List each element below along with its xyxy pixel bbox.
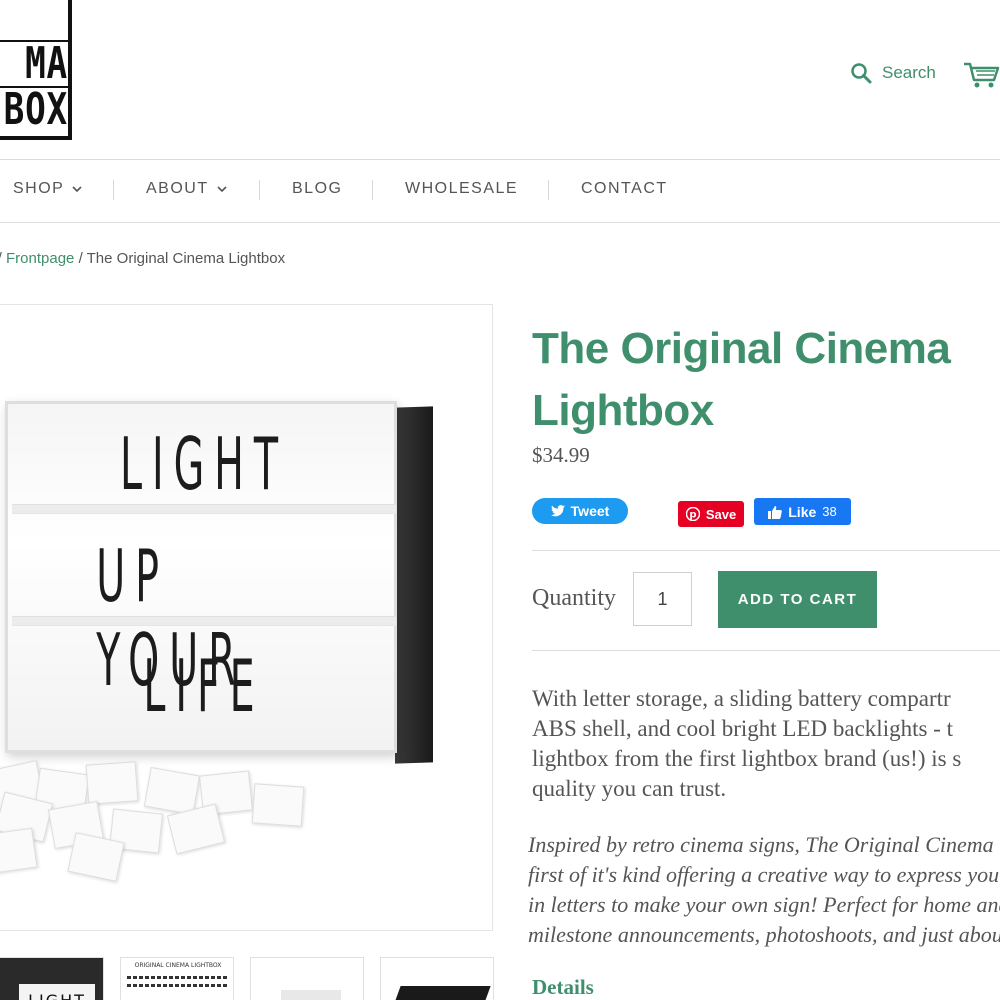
nav-item-contact[interactable]: CONTACT xyxy=(581,180,668,198)
product-story: Inspired by retro cinema signs, The Orig… xyxy=(528,830,1000,950)
thumbnail-shape xyxy=(281,990,341,1000)
letter-tile xyxy=(143,766,201,816)
tweet-label: Tweet xyxy=(570,503,610,519)
nav-item-blog[interactable]: BLOG xyxy=(292,180,342,198)
svg-text:p: p xyxy=(689,510,696,521)
thumbnail-3[interactable] xyxy=(250,957,364,1000)
product-title-line1: The Original Cinema xyxy=(532,324,951,373)
nav-item-shop[interactable]: SHOP xyxy=(13,180,82,198)
pinterest-save-button[interactable]: p Save xyxy=(678,501,744,527)
lightbox-side-panel xyxy=(395,406,433,764)
breadcrumb: s / Frontpage / The Original Cinema Ligh… xyxy=(0,250,285,267)
nav-separator xyxy=(548,180,549,200)
breadcrumb-current: The Original Cinema Lightbox xyxy=(86,250,286,267)
nav-label: CONTACT xyxy=(581,180,668,197)
story-line: milestone announcements, photoshoots, an… xyxy=(528,922,1000,947)
nav-separator xyxy=(372,180,373,200)
nav-label: WHOLESALE xyxy=(405,180,519,197)
add-to-cart-button[interactable]: ADD TO CART xyxy=(718,571,877,628)
letter-tile xyxy=(85,761,139,805)
thumbnail-sign-text: LIGHT xyxy=(19,984,95,1000)
nav-item-about[interactable]: ABOUT xyxy=(146,180,227,198)
thumbnail-1[interactable]: LIGHT xyxy=(0,957,104,1000)
search-label: Search xyxy=(882,63,936,82)
pinterest-save-label: Save xyxy=(705,506,737,522)
site-logo[interactable]: MA BOX xyxy=(0,0,72,140)
thumbnail-4[interactable] xyxy=(380,957,494,1000)
thumbnail-letters-row xyxy=(127,976,227,979)
letter-tiles xyxy=(0,757,311,882)
description-line: quality you can trust. xyxy=(532,776,727,801)
lightbox-illustration: LIGHT UP YOUR LIFE xyxy=(5,401,433,764)
sign-line-3: LIFE xyxy=(143,644,265,728)
letter-tile xyxy=(0,827,38,875)
nav-separator xyxy=(113,180,114,200)
search-icon xyxy=(851,63,872,84)
product-title: The Original Cinema Lightbox xyxy=(532,318,1000,442)
thumbnail-2[interactable]: ORIGINAL CINEMA LIGHTBOX xyxy=(120,957,234,1000)
story-line: Inspired by retro cinema signs, The Orig… xyxy=(528,832,994,857)
facebook-like-button[interactable]: Like 38 xyxy=(754,498,851,525)
description-line: ABS shell, and cool bright LED backlight… xyxy=(532,716,953,741)
description-line: With letter storage, a sliding battery c… xyxy=(532,686,951,711)
quantity-label: Quantity xyxy=(532,585,616,611)
thumbnail-shape xyxy=(393,986,491,1000)
product-price: $34.99 xyxy=(532,443,590,467)
divider xyxy=(532,650,1000,651)
chevron-down-icon xyxy=(72,185,82,192)
product-main-image[interactable]: LIGHT UP YOUR LIFE xyxy=(0,304,493,931)
nav-label: ABOUT xyxy=(146,180,209,197)
logo-text-line2: BOX xyxy=(3,84,68,135)
logo-text-line1: MA xyxy=(25,38,68,89)
story-line: in letters to make your own sign! Perfec… xyxy=(528,892,1000,917)
nav-item-wholesale[interactable]: WHOLESALE xyxy=(405,180,518,198)
chevron-down-icon xyxy=(217,185,227,192)
nav-separator xyxy=(259,180,260,200)
divider xyxy=(532,550,1000,551)
description-line: lightbox from the first lightbox brand (… xyxy=(532,746,962,771)
cart-button[interactable] xyxy=(962,60,1000,90)
breadcrumb-frontpage-link[interactable]: Frontpage xyxy=(6,250,74,267)
tweet-button[interactable]: Tweet xyxy=(532,498,628,524)
nav-label: BLOG xyxy=(292,180,343,197)
product-thumbnails: LIGHT ORIGINAL CINEMA LIGHTBOX xyxy=(0,957,495,1000)
cart-icon xyxy=(964,62,1000,88)
main-navigation: SHOP ABOUT BLOG WHOLESALE CONTACT xyxy=(0,159,1000,223)
details-heading: Details xyxy=(532,975,594,999)
sign-line-1: LIGHT xyxy=(120,422,288,506)
twitter-bird-icon xyxy=(550,505,565,517)
pinterest-icon: p xyxy=(685,507,700,521)
thumbnail-label: ORIGINAL CINEMA LIGHTBOX xyxy=(134,962,222,969)
product-description: With letter storage, a sliding battery c… xyxy=(532,684,1000,804)
thumbnail-letters-row xyxy=(127,984,227,987)
letter-tile xyxy=(251,783,305,827)
quantity-input[interactable] xyxy=(633,572,692,626)
product-title-line2: Lightbox xyxy=(532,386,714,435)
thumbs-up-icon xyxy=(768,505,783,519)
search-link[interactable]: Search xyxy=(850,62,936,84)
breadcrumb-separator: / xyxy=(74,250,87,267)
facebook-like-count: 38 xyxy=(822,504,837,519)
story-line: first of it's kind offering a creative w… xyxy=(528,862,1000,887)
lightbox-face: LIGHT UP YOUR LIFE xyxy=(5,401,397,753)
nav-label: SHOP xyxy=(13,180,65,197)
facebook-like-label: Like xyxy=(788,503,817,520)
